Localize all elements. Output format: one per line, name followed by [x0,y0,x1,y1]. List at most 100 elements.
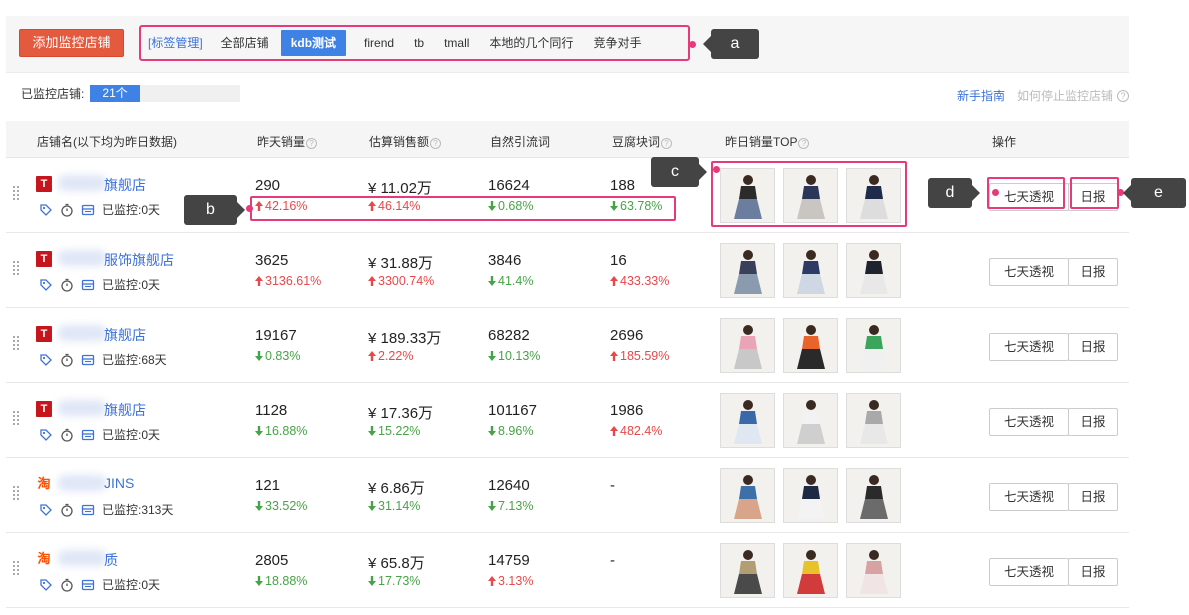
store-icon[interactable] [81,278,95,292]
drag-handle-icon[interactable] [13,411,20,425]
seven-day-view-button[interactable]: 七天透视 [989,333,1069,361]
tag-item[interactable]: firend [354,30,404,56]
monitor-duration: 已监控:313天 [102,503,174,517]
shop-name-link[interactable]: 旗舰店 [104,400,146,420]
timer-icon[interactable] [60,428,74,442]
revenue-change: 15.22% [368,424,420,438]
top-product-thumbnail[interactable] [720,243,775,298]
tag-item[interactable]: tmall [434,30,479,56]
traffic-change: 7.13% [488,499,533,513]
seven-day-view-button[interactable]: 七天透视 [989,258,1069,286]
traffic-value: 3846 [488,252,522,269]
tag-icon[interactable] [39,503,53,517]
sales-change: 18.88% [255,574,307,588]
top-product-thumbnail[interactable] [783,318,838,373]
table-row: 淘 JINS 已监控:313天 121 33.52% ¥ 6.86万 31.14… [6,458,1129,533]
question-icon[interactable]: ? [798,138,810,149]
question-icon[interactable]: ? [430,138,442,149]
header-tofu: 豆腐块词? [612,133,673,150]
top-product-thumbnail[interactable] [846,468,901,523]
top-product-thumbnail[interactable] [846,393,901,448]
shop-name-link[interactable]: 质 [104,550,118,570]
tag-item[interactable]: kdb测试 [280,30,347,56]
timer-icon[interactable] [60,353,74,367]
top-product-thumbnail[interactable] [846,243,901,298]
tmall-icon: T [36,326,52,342]
tag-icon[interactable] [39,203,53,217]
top-product-thumbnail[interactable] [783,393,838,448]
store-icon[interactable] [81,428,95,442]
tag-icon[interactable] [39,278,53,292]
callout-dot-a [689,41,696,48]
beginner-guide-link[interactable]: 新手指南 [957,87,1005,104]
top-product-thumbnail[interactable] [783,543,838,598]
tofu-change: 433.33% [610,274,669,288]
drag-handle-icon[interactable] [13,186,20,200]
seven-day-view-button[interactable]: 七天透视 [989,558,1069,586]
question-icon[interactable]: ? [1117,89,1129,102]
table-row: T 旗舰店 已监控:68天 19167 0.83% ¥ 189.33万 2.22… [6,308,1129,383]
tag-icon[interactable] [39,428,53,442]
daily-report-button[interactable]: 日报 [1068,408,1118,436]
arrow-down-icon [488,349,498,363]
store-icon[interactable] [81,503,95,517]
drag-handle-icon[interactable] [13,486,20,500]
table-body: T 旗舰店 已监控:0天 290 42.16% ¥ 11.02万 46.14% … [6,158,1129,608]
shop-meta: 已监控:0天 [39,426,160,443]
shop-name-link[interactable]: JINS [104,475,134,491]
drag-handle-icon[interactable] [13,336,20,350]
sales-change: 3136.61% [255,274,321,288]
daily-report-button[interactable]: 日报 [1068,258,1118,286]
timer-icon[interactable] [60,203,74,217]
add-monitor-shop-button[interactable]: 添加监控店铺 [19,29,124,57]
question-icon[interactable]: ? [661,138,673,149]
sales-change: 16.88% [255,424,307,438]
daily-report-button[interactable]: 日报 [1068,483,1118,511]
top-products [720,243,909,298]
tag-item[interactable]: 竞争对手 [583,30,651,56]
top-products [720,468,909,523]
stop-monitor-help-link[interactable]: 如何停止监控店铺 [1017,87,1113,104]
arrow-up-icon [368,349,378,363]
tag-item[interactable]: 本地的几个同行 [479,30,583,56]
daily-report-button[interactable]: 日报 [1068,558,1118,586]
tag-item[interactable]: tb [404,30,434,56]
top-product-thumbnail[interactable] [720,393,775,448]
blurred-shop-name [58,550,106,566]
store-icon[interactable] [81,578,95,592]
shop-name-link[interactable]: 服饰旗舰店 [104,250,174,270]
tag-manage-link[interactable]: [标签管理] [146,30,211,56]
top-product-thumbnail[interactable] [720,543,775,598]
timer-icon[interactable] [60,578,74,592]
drag-handle-icon[interactable] [13,261,20,275]
timer-icon[interactable] [60,278,74,292]
tag-icon[interactable] [39,578,53,592]
tofu-change: 482.4% [610,424,662,438]
store-icon[interactable] [81,353,95,367]
arrow-down-icon [255,349,265,363]
arrow-down-icon [488,499,498,513]
timer-icon[interactable] [60,503,74,517]
tag-item[interactable]: 全部店铺 [211,30,279,56]
store-icon[interactable] [81,203,95,217]
blurred-shop-name [58,325,106,341]
revenue-value: ¥ 6.86万 [368,480,425,497]
top-product-thumbnail[interactable] [783,243,838,298]
top-product-thumbnail[interactable] [783,468,838,523]
top-product-thumbnail[interactable] [846,318,901,373]
shop-name-link[interactable]: 旗舰店 [104,325,146,345]
shop-name-link[interactable]: 旗舰店 [104,175,146,195]
daily-report-button[interactable]: 日报 [1068,333,1118,361]
toolbar: 添加监控店铺 [标签管理] 全部店铺 kdb测试 firend tb tmall 本地的几个… [6,16,1129,73]
arrow-down-icon [488,274,498,288]
top-product-thumbnail[interactable] [720,318,775,373]
shop-meta: 已监控:0天 [39,201,160,218]
question-icon[interactable]: ? [306,138,318,149]
blurred-shop-name [58,475,106,491]
tag-icon[interactable] [39,353,53,367]
top-product-thumbnail[interactable] [846,543,901,598]
top-product-thumbnail[interactable] [720,468,775,523]
drag-handle-icon[interactable] [13,561,20,575]
seven-day-view-button[interactable]: 七天透视 [989,408,1069,436]
seven-day-view-button[interactable]: 七天透视 [989,483,1069,511]
